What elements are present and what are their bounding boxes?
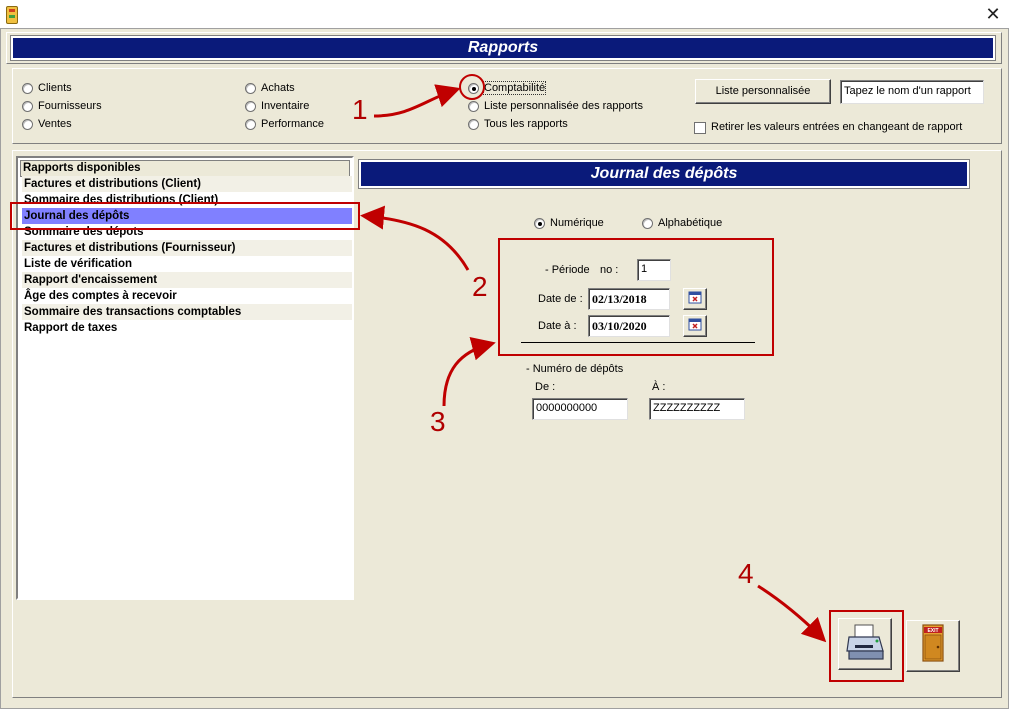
annotation-arrow-2 — [360, 205, 470, 271]
annotation-arrow-3 — [442, 337, 496, 407]
annotation-arrow-1 — [373, 84, 461, 118]
annotation-arrows — [360, 84, 827, 643]
annotation-arrow-4 — [757, 584, 827, 643]
